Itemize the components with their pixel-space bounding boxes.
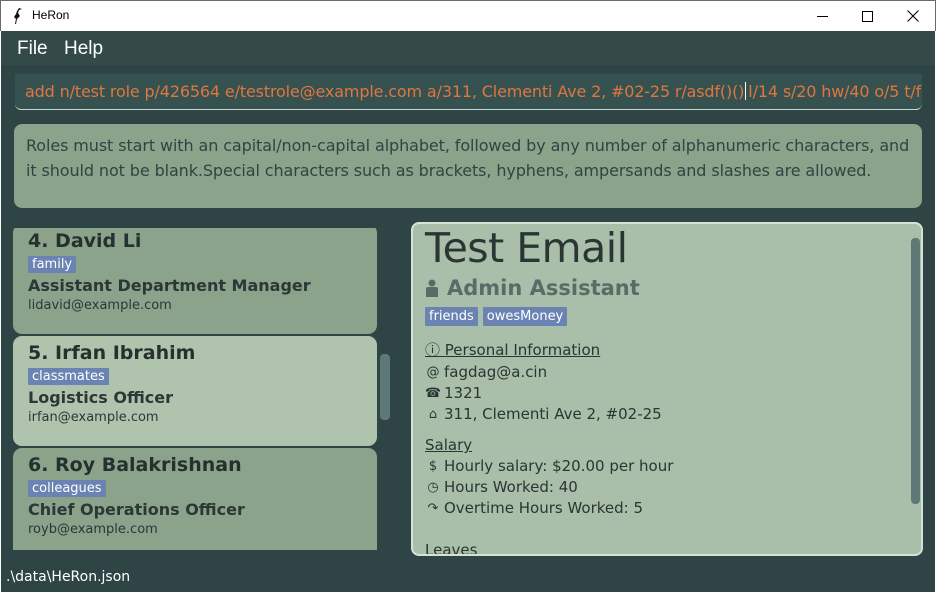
minimize-button[interactable] xyxy=(799,1,845,31)
window-titlebar: HeRon xyxy=(0,0,936,31)
detail-email-row: @ fagdag@a.cin xyxy=(425,363,905,381)
detail-overtime: Overtime Hours Worked: 5 xyxy=(444,499,644,517)
salary-heading: Salary xyxy=(425,436,473,454)
close-button[interactable] xyxy=(890,1,936,31)
detail-tag: owesMoney xyxy=(482,307,568,326)
person-card[interactable]: 4. David Li family Assistant Department … xyxy=(13,228,377,334)
home-icon: ⌂ xyxy=(428,406,438,422)
overtime-icon: ↷ xyxy=(427,500,439,516)
detail-overtime-row: ↷ Overtime Hours Worked: 5 xyxy=(425,499,905,517)
heron-logo-icon xyxy=(14,8,22,24)
menu-help[interactable]: Help xyxy=(64,38,103,60)
command-text-before-caret: add n/test role p/426564 e/testrole@exam… xyxy=(25,82,745,101)
detail-hours-row: ◷ Hours Worked: 40 xyxy=(425,478,905,496)
person-list-scrollbar[interactable] xyxy=(380,354,390,420)
info-icon: ⓘ xyxy=(425,341,441,359)
person-role: Assistant Department Manager xyxy=(28,276,311,295)
person-card[interactable]: 6. Roy Balakrishnan colleagues Chief Ope… xyxy=(13,448,377,550)
person-detail-panel: Test Email Admin Assistant friends owesMo… xyxy=(411,222,923,556)
app-body: File Help add n/test role p/426564 e/tes… xyxy=(1,31,935,592)
result-message: Roles must start with an capital/non-cap… xyxy=(26,136,910,180)
window-title: HeRon xyxy=(32,8,70,22)
person-role: Logistics Officer xyxy=(28,388,174,407)
person-email: royb@example.com xyxy=(28,522,158,537)
person-tag: colleagues xyxy=(28,480,106,497)
clock-icon: ◷ xyxy=(427,479,439,495)
person-name: 6. Roy Balakrishnan xyxy=(28,454,242,476)
detail-hours-worked: Hours Worked: 40 xyxy=(444,478,578,496)
detail-tag: friends xyxy=(425,307,478,326)
email-icon: @ xyxy=(426,364,440,380)
status-bar: .\data\HeRon.json xyxy=(1,563,935,592)
detail-address: 311, Clementi Ave 2, #02-25 xyxy=(444,405,662,423)
detail-hourly-salary: Hourly salary: $20.00 per hour xyxy=(444,457,674,475)
command-input[interactable]: add n/test role p/426564 e/testrole@exam… xyxy=(15,74,922,110)
person-email: lidavid@example.com xyxy=(28,298,172,313)
person-role: Chief Operations Officer xyxy=(28,500,245,519)
detail-name: Test Email xyxy=(425,224,628,272)
menu-bar: File Help xyxy=(1,31,935,65)
detail-hourly-row: $ Hourly salary: $20.00 per hour xyxy=(425,457,905,475)
result-display: Roles must start with an capital/non-cap… xyxy=(14,124,922,208)
close-icon xyxy=(907,10,919,22)
leaves-heading: Leaves xyxy=(425,541,478,556)
detail-scrollbar[interactable] xyxy=(911,238,920,504)
person-name: 5. Irfan Ibrahim xyxy=(28,342,196,364)
person-tag: family xyxy=(28,256,77,273)
command-text-after-caret: l/14 s/20 hw/40 o/5 t/fri xyxy=(748,82,922,101)
detail-email: fagdag@a.cin xyxy=(444,363,548,381)
maximize-icon xyxy=(861,10,873,22)
minimize-icon xyxy=(816,15,828,17)
detail-role: Admin Assistant xyxy=(447,276,640,300)
detail-phone-row: ☎ 1321 xyxy=(425,384,905,402)
person-icon xyxy=(426,279,438,297)
personal-info-heading: Personal Information xyxy=(444,341,601,359)
detail-address-row: ⌂ 311, Clementi Ave 2, #02-25 xyxy=(425,405,905,423)
menu-file[interactable]: File xyxy=(17,38,48,60)
maximize-button[interactable] xyxy=(844,1,890,31)
person-card-selected[interactable]: 5. Irfan Ibrahim classmates Logistics Of… xyxy=(13,336,377,446)
phone-icon: ☎ xyxy=(424,385,442,401)
detail-phone: 1321 xyxy=(444,384,483,402)
dollar-icon: $ xyxy=(428,458,438,474)
text-caret xyxy=(745,82,747,100)
person-name: 4. David Li xyxy=(28,230,142,252)
person-tag: classmates xyxy=(28,368,109,385)
person-email: irfan@example.com xyxy=(28,410,159,425)
save-file-path: .\data\HeRon.json xyxy=(6,569,131,585)
person-list: 4. David Li family Assistant Department … xyxy=(13,228,378,550)
